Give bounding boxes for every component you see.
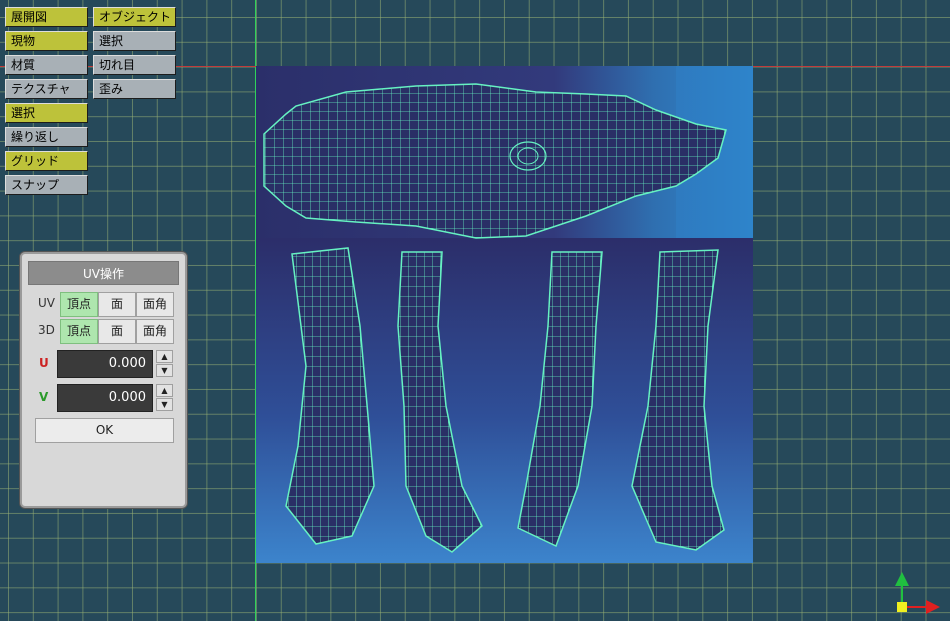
toolbar-button-select[interactable]: 選択	[5, 103, 88, 123]
toolbar-button-distortion[interactable]: 歪み	[93, 79, 176, 99]
v-label: V	[39, 390, 49, 404]
toolbar-button-texture[interactable]: テクスチャ	[5, 79, 88, 99]
uv-mode-face[interactable]: 面	[98, 292, 136, 317]
caret-down-icon: ▼	[161, 400, 168, 409]
v-increment-button[interactable]: ▲	[156, 384, 173, 397]
caret-down-icon: ▼	[161, 366, 168, 375]
3d-mode-vertex[interactable]: 頂点	[60, 319, 98, 344]
caret-up-icon: ▲	[161, 386, 168, 395]
u-value-field[interactable]: 0.000	[57, 350, 153, 378]
v-decrement-button[interactable]: ▼	[156, 398, 173, 411]
toolbar-button-grid[interactable]: グリッド	[5, 151, 88, 171]
toolbar-button-seam[interactable]: 切れ目	[93, 55, 176, 75]
toolbar-button-material[interactable]: 材質	[5, 55, 88, 75]
uv-panel-title[interactable]: UV操作	[28, 261, 179, 285]
uv-row-label: UV	[38, 296, 55, 310]
toolbar-button-unwrap[interactable]: 展開図	[5, 7, 88, 27]
toolbar-button-object[interactable]: オブジェクト	[93, 7, 176, 27]
u-decrement-button[interactable]: ▼	[156, 364, 173, 377]
3d-mode-face-corner[interactable]: 面角	[136, 319, 174, 344]
3d-mode-face[interactable]: 面	[98, 319, 136, 344]
caret-up-icon: ▲	[161, 352, 168, 361]
toolbar-button-repeat[interactable]: 繰り返し	[5, 127, 88, 147]
uv-map-svg	[256, 66, 753, 563]
uv-mode-vertex[interactable]: 頂点	[60, 292, 98, 317]
uv-operation-panel: UV操作 UV 頂点 面 面角 3D 頂点 面 面角 U 0.000 ▲ ▼ V…	[20, 252, 187, 508]
uv-mode-face-corner[interactable]: 面角	[136, 292, 174, 317]
toolbar-button-snap[interactable]: スナップ	[5, 175, 88, 195]
v-value-field[interactable]: 0.000	[57, 384, 153, 412]
toolbar-button-actual[interactable]: 現物	[5, 31, 88, 51]
uv-canvas[interactable]	[256, 66, 753, 563]
u-increment-button[interactable]: ▲	[156, 350, 173, 363]
ok-button[interactable]: OK	[35, 418, 174, 443]
toolbar-button-select-mode[interactable]: 選択	[93, 31, 176, 51]
u-label: U	[39, 356, 49, 370]
3d-row-label: 3D	[38, 323, 55, 337]
axis-gizmo-icon	[890, 570, 945, 615]
